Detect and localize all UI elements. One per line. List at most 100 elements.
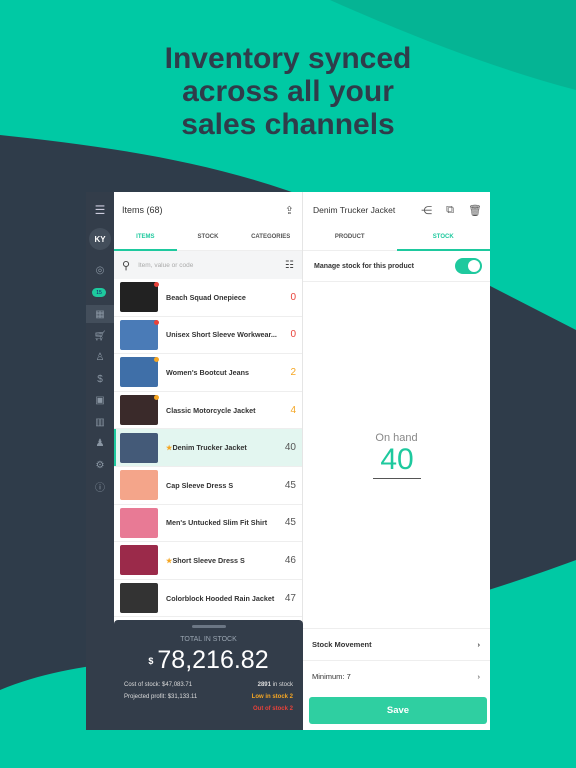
check-circle-icon[interactable]: ◎	[86, 261, 114, 279]
item-name: Colorblock Hooded Rain Jacket	[166, 594, 278, 603]
stock-alert-dot	[154, 395, 159, 401]
in-stock-label: in stock	[270, 682, 293, 688]
app-window: ☰ KY ◎ 15 ▦ 🛒︎ ♙ $ ▣ ▥ ♟ ⚙ ⓘ Items (68) ⇪…	[86, 192, 490, 730]
item-name-text: Women's Bootcut Jeans	[166, 367, 250, 377]
item-thumbnail	[120, 507, 158, 538]
stock-alert-dot	[154, 282, 159, 288]
item-thumbnail	[120, 319, 159, 350]
item-thumbnail	[120, 395, 159, 426]
stock-summary[interactable]: TOTAL IN STOCK $78,216.82 Cost of stock:…	[114, 620, 303, 730]
low-stock[interactable]: Low in stock 2	[252, 694, 293, 700]
detail-panel: Denim Trucker Jacket ⋲ ⧉ 🗑︎ PRODUCT STOCK …	[303, 192, 490, 730]
chevron-right-icon: ›	[477, 672, 481, 681]
on-hand-input[interactable]: 40	[373, 442, 421, 479]
item-name: Cap Sleeve Dress S	[166, 481, 278, 490]
tab-stock[interactable]: STOCK	[177, 228, 240, 250]
wallet-icon[interactable]: ▣	[86, 391, 114, 409]
item-row[interactable]: Beach Squad Onepiece 0	[114, 279, 302, 317]
item-name-text: Denim Trucker Jacket	[172, 443, 247, 453]
share-icon[interactable]: ⋲	[421, 204, 432, 217]
item-qty: 47	[284, 592, 296, 604]
sidebar: ☰ KY ◎ 15 ▦ 🛒︎ ♙ $ ▣ ▥ ♟ ⚙ ⓘ	[86, 192, 114, 730]
notification-badge: 15	[92, 288, 106, 297]
item-name: ★Short Sleeve Dress S	[166, 556, 278, 565]
stock-alert-dot	[154, 319, 159, 325]
item-row[interactable]: ★Denim Trucker Jacket 40	[114, 429, 302, 467]
item-name-text: Cap Sleeve Dress S	[166, 480, 234, 490]
item-name-text: Colorblock Hooded Rain Jacket	[166, 593, 275, 603]
headline-line: Inventory synced	[164, 42, 412, 75]
item-thumbnail	[120, 357, 159, 388]
item-qty: 46	[284, 554, 296, 566]
tab-items[interactable]: ITEMS	[114, 228, 177, 251]
chevron-right-icon: ›	[477, 640, 481, 649]
item-thumbnail	[120, 282, 159, 313]
tab-categories[interactable]: CATEGORIES	[239, 228, 302, 250]
item-name: Beach Squad Onepiece	[166, 293, 278, 302]
item-name-text: Beach Squad Onepiece	[166, 292, 246, 302]
item-row[interactable]: Classic Motorcycle Jacket 4	[114, 392, 302, 430]
cost-of-stock: Cost of stock: $47,083.71	[124, 682, 193, 688]
projected-profit: Projected profit: $31,133.11	[124, 694, 198, 700]
item-qty: 0	[290, 291, 296, 303]
bar-chart-icon[interactable]: ▥	[86, 413, 114, 431]
headline-line: across all your	[182, 75, 394, 108]
stock-movement-label: Stock Movement	[312, 640, 372, 649]
item-name: Women's Bootcut Jeans	[166, 368, 278, 377]
stock-movement-row[interactable]: Stock Movement ›	[303, 628, 490, 660]
item-row[interactable]: Unisex Short Sleeve Workwear... 0	[114, 317, 302, 355]
item-row[interactable]: Men's Untucked Slim Fit Shirt 45	[114, 505, 302, 543]
users-icon[interactable]: ♟	[86, 434, 114, 452]
out-of-stock[interactable]: Out of stock 2	[253, 706, 293, 712]
person-icon[interactable]: ♙	[86, 348, 114, 366]
item-thumbnail	[120, 583, 158, 614]
in-stock-count: 2891	[257, 682, 271, 688]
manage-stock-label: Manage stock for this product	[314, 262, 414, 270]
minimum-row[interactable]: Minimum: 7 ›	[303, 660, 490, 692]
item-row[interactable]: Cap Sleeve Dress S 45	[114, 467, 302, 505]
item-name: Classic Motorcycle Jacket	[166, 406, 278, 415]
items-panel: Items (68) ⇪ ITEMS STOCK CATEGORIES ⚲ Ite…	[114, 192, 303, 730]
item-name-text: Unisex Short Sleeve Workwear...	[166, 330, 277, 340]
in-stock: 2891 in stock	[258, 682, 293, 688]
avatar[interactable]: KY	[89, 228, 111, 250]
detail-title: Denim Trucker Jacket	[313, 205, 396, 215]
item-name: ★Denim Trucker Jacket	[166, 443, 278, 452]
item-qty: 2	[290, 366, 296, 378]
item-row[interactable]: Colorblock Hooded Rain Jacket 47	[114, 580, 302, 618]
item-qty: 45	[284, 479, 296, 491]
manage-stock-toggle[interactable]	[455, 258, 482, 274]
currency: $	[148, 656, 154, 667]
item-thumbnail	[120, 470, 158, 501]
trash-icon[interactable]: 🗑︎	[468, 204, 482, 217]
save-button[interactable]: Save	[309, 697, 487, 724]
tab-product[interactable]: PRODUCT	[303, 228, 397, 250]
item-row[interactable]: ★Short Sleeve Dress S 46	[114, 542, 302, 580]
item-qty: 45	[284, 517, 296, 529]
total-amount: $78,216.82	[114, 646, 303, 675]
copy-icon[interactable]: ⧉	[446, 204, 454, 217]
headline: Inventory synced across all your sales c…	[0, 42, 576, 141]
item-name: Unisex Short Sleeve Workwear...	[166, 330, 278, 339]
item-qty: 40	[284, 442, 296, 454]
item-row[interactable]: Women's Bootcut Jeans 2	[114, 354, 302, 392]
grid-icon[interactable]: ▦	[86, 305, 114, 323]
tab-stock-detail[interactable]: STOCK	[396, 228, 491, 251]
filter-icon[interactable]: ☷	[285, 260, 294, 271]
minimum-label: Minimum: 7	[312, 672, 351, 681]
item-name: Men's Untucked Slim Fit Shirt	[166, 518, 278, 527]
item-thumbnail	[120, 432, 158, 463]
item-thumbnail	[120, 545, 158, 576]
menu-icon[interactable]: ☰	[86, 201, 114, 219]
export-icon[interactable]: ⇪	[285, 204, 294, 217]
search-bar[interactable]: ⚲ Item, value or code ☷	[114, 251, 302, 279]
search-input[interactable]: Item, value or code	[138, 262, 277, 269]
gear-icon[interactable]: ⚙	[86, 456, 114, 474]
total-label: TOTAL IN STOCK	[180, 636, 237, 643]
cart-icon[interactable]: 🛒︎	[86, 327, 114, 345]
amount: 78,216.82	[157, 646, 269, 674]
help-icon[interactable]: ⓘ	[86, 477, 114, 495]
item-qty: 4	[290, 404, 296, 416]
drag-handle[interactable]	[192, 625, 226, 628]
dollar-icon[interactable]: $	[86, 370, 114, 388]
